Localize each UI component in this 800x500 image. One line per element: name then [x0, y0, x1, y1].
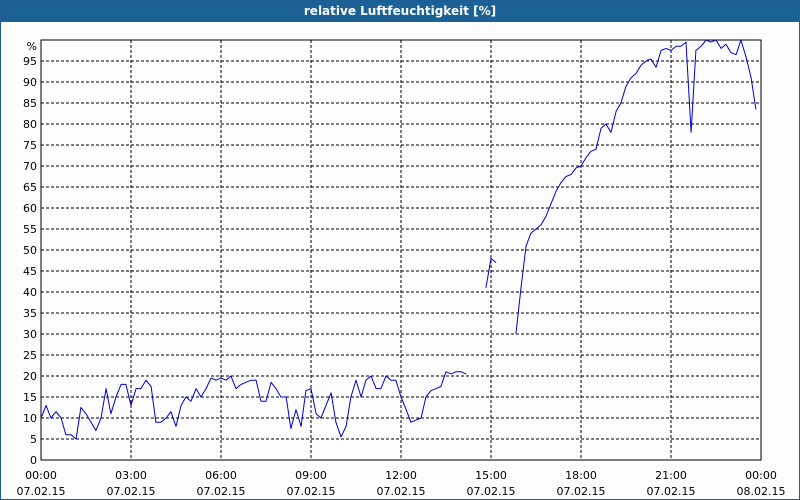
- x-tick-date: 07.02.15: [17, 485, 66, 498]
- y-tick-label: 50: [23, 244, 37, 257]
- y-tick-label: 85: [23, 97, 37, 110]
- y-tick-label: 5: [30, 433, 37, 446]
- y-tick-label: 45: [23, 265, 37, 278]
- y-tick-label: 20: [23, 370, 37, 383]
- x-tick-date: 07.02.15: [377, 485, 426, 498]
- x-tick-date: 08.02.15: [737, 485, 786, 498]
- x-tick-date: 07.02.15: [287, 485, 336, 498]
- y-tick-label: 75: [23, 139, 37, 152]
- x-tick-time: 09:00: [295, 469, 327, 482]
- y-tick-label: 65: [23, 181, 37, 194]
- humidity-series: [40, 39, 757, 440]
- y-tick-label: 10: [23, 412, 37, 425]
- y-tick-label: 35: [23, 307, 37, 320]
- x-tick-date: 07.02.15: [647, 485, 696, 498]
- x-tick-time: 00:00: [745, 469, 777, 482]
- x-tick-date: 07.02.15: [107, 485, 156, 498]
- y-tick-label: 30: [23, 328, 37, 341]
- x-tick-time: 12:00: [385, 469, 417, 482]
- y-axis: 0 5 10 15 20 25 30 35 40 45 50 55 60 65 70 75 80 85 90 95%: [23, 40, 37, 467]
- y-tick-label: 0: [30, 454, 37, 467]
- x-tick-time: 00:00: [25, 469, 57, 482]
- y-tick-label: 40: [23, 286, 37, 299]
- y-tick-label: 90: [23, 76, 37, 89]
- y-axis-label: %: [27, 40, 37, 53]
- y-tick-label: 15: [23, 391, 37, 404]
- y-tick-label: 60: [23, 202, 37, 215]
- y-tick-label: 95: [23, 55, 37, 68]
- x-tick-date: 07.02.15: [197, 485, 246, 498]
- y-tick-label: 25: [23, 349, 37, 362]
- x-axis: 00:00 07.02.15 03:00 07.02.15 06:00 07.02.15 0…: [17, 469, 786, 498]
- x-tick-time: 06:00: [205, 469, 237, 482]
- humidity-line-segment-1: [40, 371, 467, 440]
- x-tick-time: 18:00: [565, 469, 597, 482]
- x-tick-date: 07.02.15: [467, 485, 516, 498]
- x-tick-time: 15:00: [475, 469, 507, 482]
- x-tick-time: 03:00: [115, 469, 147, 482]
- y-tick-label: 80: [23, 118, 37, 131]
- y-tick-label: 70: [23, 160, 37, 173]
- x-tick-date: 07.02.15: [557, 485, 606, 498]
- humidity-chart: 05101520253035404550556065707580859095% …: [17, 39, 786, 498]
- y-tick-label: 55: [23, 223, 37, 236]
- x-tick-time: 21:00: [655, 469, 687, 482]
